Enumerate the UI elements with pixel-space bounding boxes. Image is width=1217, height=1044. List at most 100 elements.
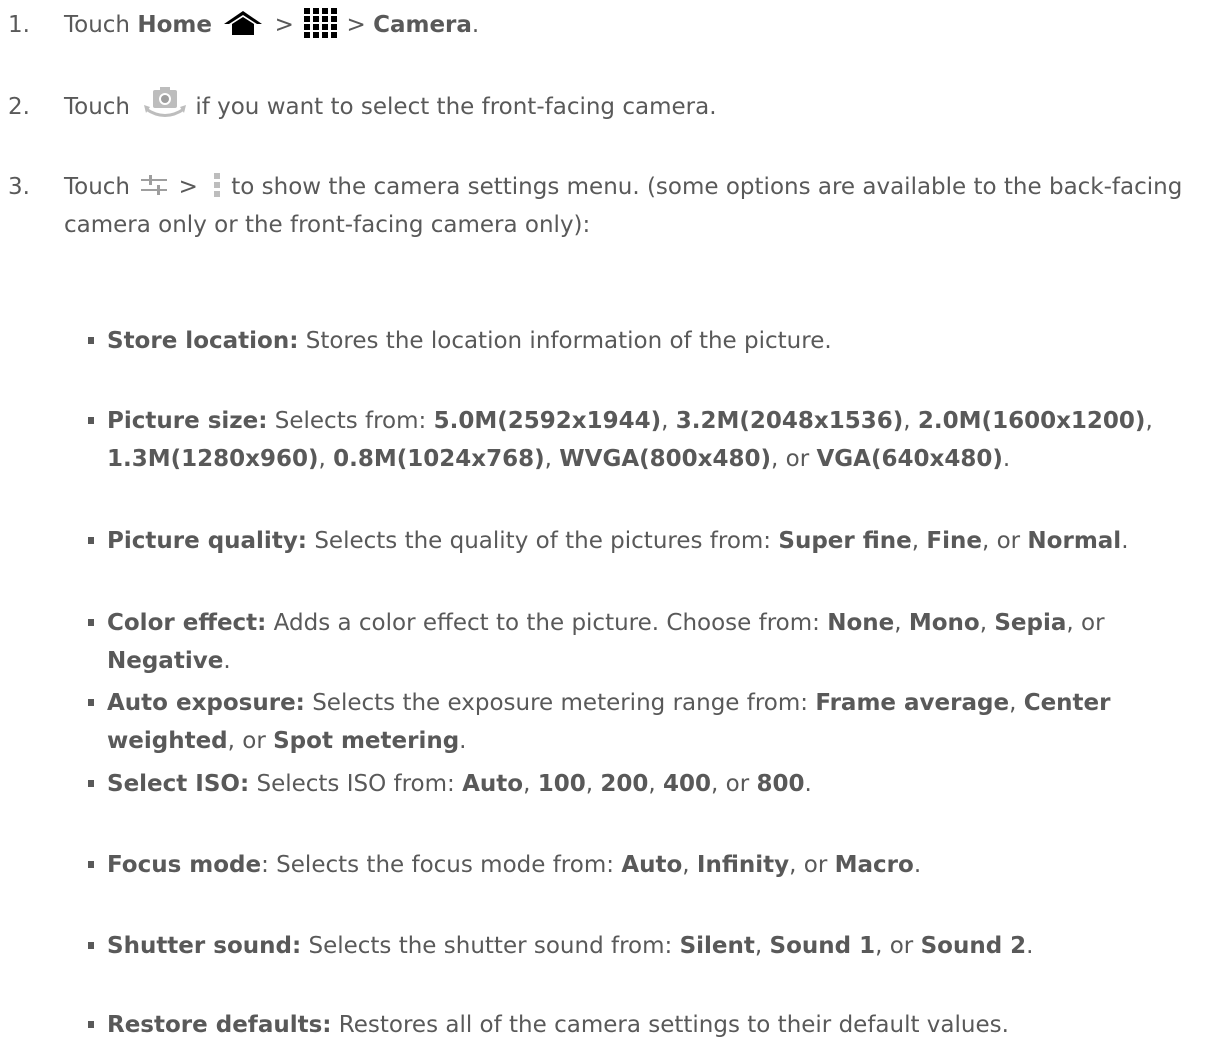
separator: > (267, 12, 302, 38)
list-item-text: Picture quality: Selects the quality of … (107, 522, 1207, 560)
step-number: 3. (8, 174, 30, 200)
separator: , (1145, 408, 1153, 434)
setting-option: 2.0M(1600x1200) (917, 408, 1146, 434)
separator: > (339, 12, 374, 38)
setting-description: : Selects the focus mode from: (261, 852, 622, 878)
separator: , (661, 408, 676, 434)
apps-grid-icon (303, 7, 338, 39)
separator: , (682, 852, 697, 878)
period: . (804, 771, 812, 797)
step-text: Touch if you want to select the front-fa… (64, 86, 717, 126)
period: . (913, 852, 922, 878)
separator: , (523, 771, 538, 797)
setting-label: Store location: (107, 328, 299, 354)
bullet-icon (88, 337, 94, 344)
list-item-text: Focus mode: Selects the focus mode from:… (107, 846, 1207, 884)
setting-option: 800 (756, 771, 805, 797)
step-text: Touch Home > > Camera. (64, 6, 479, 44)
setting-option: Frame average (815, 690, 1010, 716)
step-text-prefix: Touch (64, 94, 138, 120)
setting-option: Silent (679, 933, 755, 959)
setting-label: Select ISO: (107, 771, 250, 797)
setting-option: WVGA(800x480) (559, 446, 772, 472)
separator: , or (789, 852, 835, 878)
separator: , (648, 771, 663, 797)
home-label: Home (137, 12, 212, 38)
step-text: Touch > to show the camera settings menu… (64, 168, 1204, 244)
menu-dots-icon (213, 172, 221, 198)
step-number: 2. (8, 94, 30, 120)
separator: , (1009, 690, 1024, 716)
step-number: 1. (8, 12, 30, 38)
sliders-icon (141, 172, 168, 198)
setting-label: Picture size: (107, 408, 268, 434)
separator: , or (875, 933, 921, 959)
setting-option: 400 (663, 771, 712, 797)
step-text-prefix: Touch (64, 174, 138, 200)
setting-description: Selects ISO from: (249, 771, 463, 797)
setting-option: 3.2M(2048x1536) (675, 408, 904, 434)
step-text-prefix: Touch (64, 12, 138, 38)
bullet-icon (88, 417, 94, 424)
setting-option: 1.3M(1280x960) (107, 446, 319, 472)
setting-option: Mono (908, 610, 980, 636)
camera-label: Camera (373, 12, 472, 38)
separator: , or (711, 771, 757, 797)
separator: , or (771, 446, 817, 472)
list-item-text: Shutter sound: Selects the shutter sound… (107, 927, 1207, 965)
period: . (223, 648, 231, 674)
setting-label: Color effect: (107, 610, 267, 636)
list-item-text: Select ISO: Selects ISO from: Auto, 100,… (107, 765, 1207, 803)
setting-description: Restores all of the camera settings to t… (331, 1012, 1009, 1038)
setting-option: Super fine (778, 528, 912, 554)
setting-option: 100 (537, 771, 586, 797)
setting-option: Sound 2 (920, 933, 1027, 959)
period: . (459, 728, 467, 754)
bullet-icon (88, 780, 94, 787)
setting-option: Infinity (696, 852, 790, 878)
camera-switch-icon (143, 86, 187, 122)
setting-description: Selects the quality of the pictures from… (307, 528, 779, 554)
period: . (471, 12, 480, 38)
period: . (1002, 446, 1011, 472)
separator: , (903, 408, 918, 434)
setting-option: Auto (462, 771, 524, 797)
list-item-text: Color effect: Adds a color effect to the… (107, 604, 1207, 680)
setting-label: Picture quality: (107, 528, 308, 554)
setting-option: 5.0M(2592x1944) (433, 408, 662, 434)
list-item-text: Restore defaults: Restores all of the ca… (107, 1006, 1207, 1044)
setting-description: Selects the exposure metering range from… (304, 690, 816, 716)
step-text-suffix: if you want to select the front-facing c… (195, 94, 717, 120)
bullet-icon (88, 699, 94, 706)
setting-label: Auto exposure: (107, 690, 305, 716)
separator: , or (1066, 610, 1105, 636)
setting-option: Macro (834, 852, 914, 878)
setting-option: 200 (600, 771, 649, 797)
setting-description: Stores the location information of the p… (298, 328, 832, 354)
setting-description: Adds a color effect to the picture. Choo… (266, 610, 828, 636)
setting-description: Selects the shutter sound from: (301, 933, 680, 959)
separator: , or (227, 728, 274, 754)
separator: , (754, 933, 770, 959)
separator: > (171, 174, 206, 200)
home-icon (223, 10, 263, 36)
setting-option: Negative (107, 648, 224, 674)
separator: , (894, 610, 909, 636)
period: . (1121, 528, 1129, 554)
separator: , (544, 446, 560, 472)
setting-label: Focus mode (107, 852, 262, 878)
bullet-icon (88, 619, 94, 626)
setting-option: 0.8M(1024x768) (333, 446, 545, 472)
bullet-icon (88, 942, 94, 949)
setting-option: Fine (926, 528, 982, 554)
setting-label: Restore defaults: (107, 1012, 332, 1038)
list-item-text: Picture size: Selects from: 5.0M(2592x19… (107, 402, 1207, 478)
setting-option: None (827, 610, 895, 636)
period: . (1026, 933, 1034, 959)
list-item-text: Auto exposure: Selects the exposure mete… (107, 684, 1207, 760)
setting-label: Shutter sound: (107, 933, 302, 959)
list-item-text: Store location: Stores the location info… (107, 322, 1207, 360)
setting-option: Spot metering (273, 728, 460, 754)
setting-option: VGA(640x480) (816, 446, 1003, 472)
bullet-icon (88, 861, 94, 868)
